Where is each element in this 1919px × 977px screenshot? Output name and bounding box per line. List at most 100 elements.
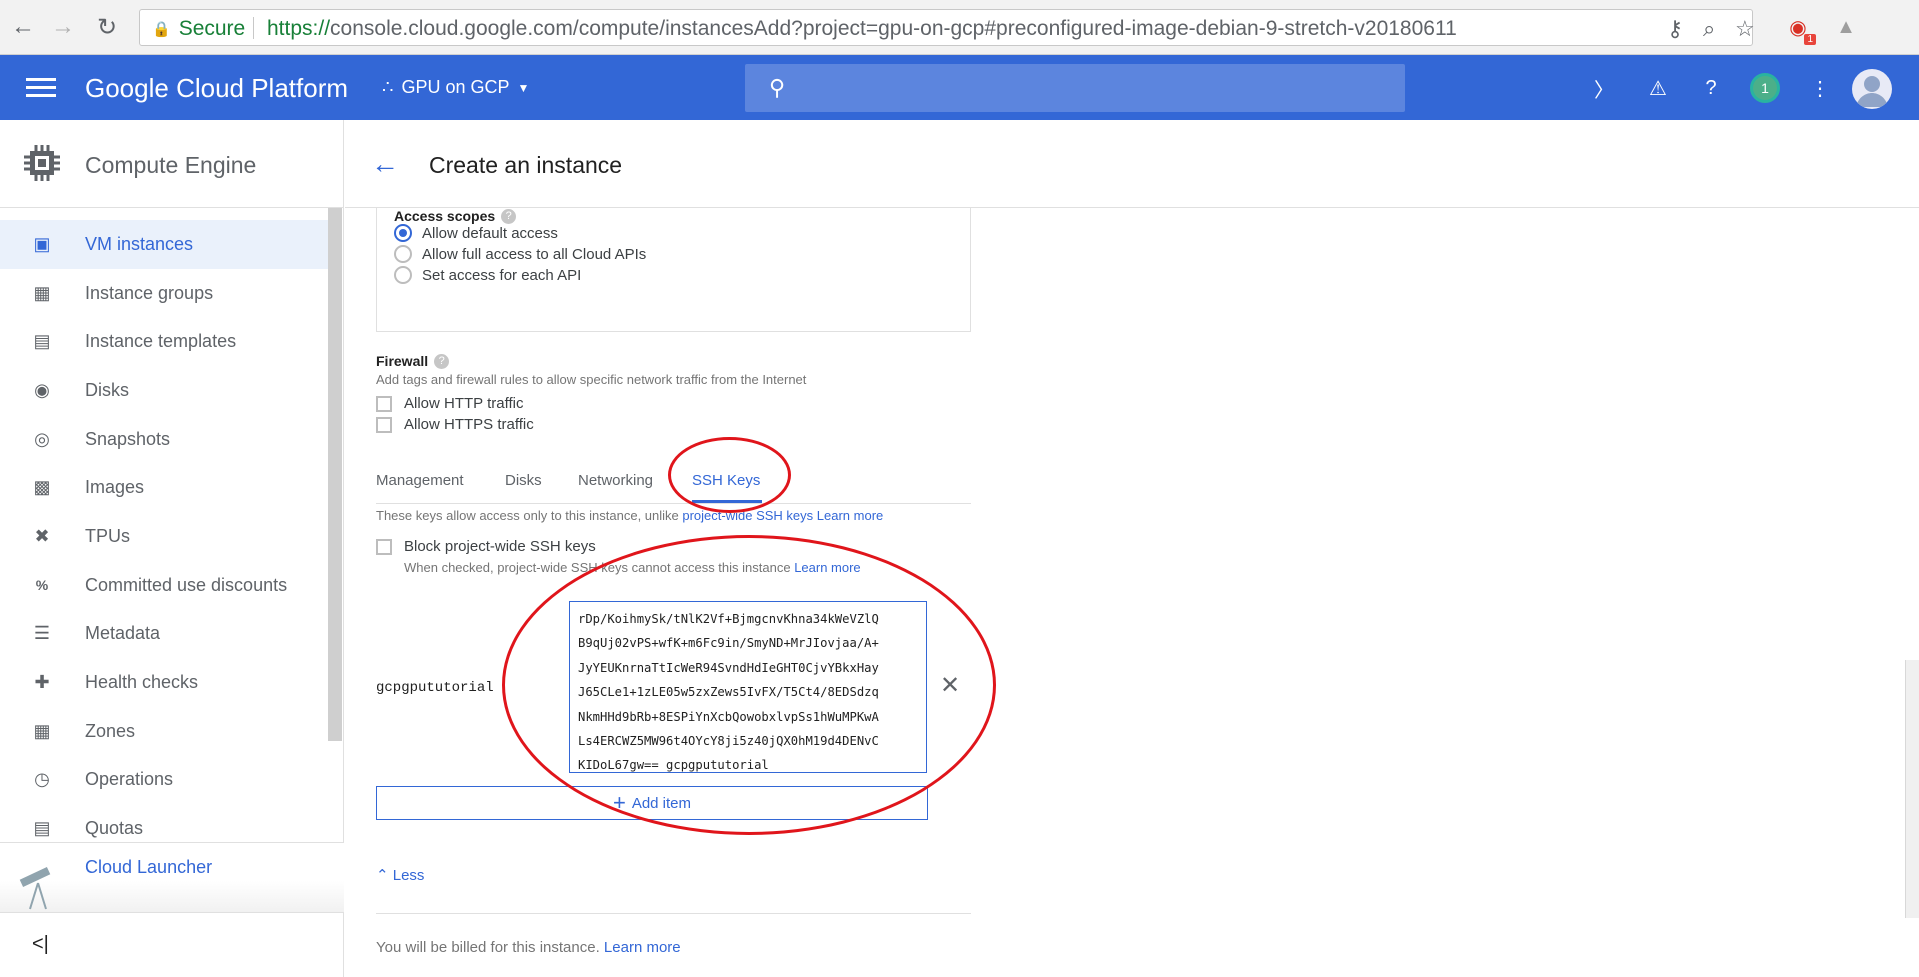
zoom-icon[interactable]: ⌕ [1703,16,1715,42]
sidebar-item-instance-templates[interactable]: ▤ Instance templates [0,317,328,366]
forward-icon[interactable]: → [48,12,78,42]
cloud-launcher-label: Cloud Launcher [85,857,213,877]
radio-per-api-access[interactable]: Set access for each API [394,266,581,284]
radio-selected-icon [394,224,412,242]
tpu-icon: ✖ [34,525,50,546]
sidebar-item-vm-instances[interactable]: ▣ VM instances [0,220,328,269]
notifications-icon[interactable]: ⚠ [1643,73,1673,103]
address-bar[interactable]: 🔒 Secure https://console.cloud.google.co… [139,9,1755,46]
checkbox-icon [376,395,392,412]
extension-badge: 1 [1804,34,1816,45]
project-name: GPU on GCP [401,77,510,97]
menu-icon[interactable] [26,73,56,103]
sidebar-item-label: Disks [85,379,129,400]
sidebar-item-cloud-launcher[interactable]: Cloud Launcher [0,842,344,912]
annotation-ellipse-key [502,535,996,835]
cloud-shell-icon[interactable]: 〉 [1589,73,1619,103]
sidebar-nav: ▣ VM instances ▦ Instance groups ▤ Instance… [0,220,328,853]
lock-icon: 🔒 [152,21,171,38]
reload-icon[interactable]: ↻ [92,12,122,42]
learn-more-link[interactable]: Learn more [817,508,883,523]
sidebar-item-zones[interactable]: ▦ Zones [0,707,328,756]
sidebar-item-label: Health checks [85,672,199,693]
less-toggle[interactable]: ⌃ Less [376,866,424,884]
radio-default-access[interactable]: Allow default access [394,224,558,242]
health-checks-icon: ✚ [34,672,50,693]
security-indicator[interactable]: 🔒 Secure [152,17,245,41]
instance-templates-icon: ▤ [33,331,51,352]
radio-label: Allow full access to all Cloud APIs [422,245,647,263]
project-selector[interactable]: ∴ GPU on GCP ▼ [382,77,529,98]
help-icon[interactable]: ? [434,354,450,370]
tab-disks[interactable]: Disks [505,472,542,489]
checkbox-icon [376,538,392,555]
url-scheme: https:// [267,17,331,40]
tab-management[interactable]: Management [376,472,464,489]
search-input[interactable]: ⚲ [745,64,1405,112]
quotas-icon: ▤ [33,818,51,839]
operations-icon: ◷ [34,769,50,790]
zones-icon: ▦ [33,720,51,741]
help-icon[interactable]: ? [501,209,517,225]
radio-empty-icon [394,266,412,284]
app-header: Google Cloud Platform ∴ GPU on GCP ▼ ⚲ 〉… [0,55,1919,120]
chevron-up-icon: ⌃ [376,867,389,884]
page-header: ← Create an instance [345,120,1919,208]
divider [376,913,971,914]
discount-icon: % [35,577,49,594]
sidebar-item-committed-use-discounts[interactable]: % Committed use discounts [0,561,328,610]
product-title: Compute Engine [85,152,257,178]
ssh-intro: These keys allow access only to this ins… [376,508,883,523]
star-icon[interactable]: ☆ [1735,16,1755,42]
back-icon[interactable]: ← [8,12,38,42]
sidebar-item-label: Metadata [85,623,161,644]
vm-instances-icon: ▣ [33,233,51,254]
search-icon: ⚲ [769,75,786,100]
tab-networking[interactable]: Networking [578,472,653,489]
sidebar-item-snapshots[interactable]: ◎ Snapshots [0,415,328,464]
help-icon[interactable]: ? [1696,73,1726,103]
sidebar-item-operations[interactable]: ◷ Operations [0,756,328,805]
sidebar: Compute Engine ▣ VM instances ▦ Instance g… [0,120,344,977]
checkbox-icon [376,416,392,433]
sidebar-item-tpus[interactable]: ✖ TPUs [0,512,328,561]
activity-badge[interactable]: 1 [1750,73,1780,103]
billing-learn-more-link[interactable]: Learn more [604,939,681,956]
instance-groups-icon: ▦ [33,282,51,303]
ssh-intro-text: These keys allow access only to this ins… [376,508,683,523]
collapse-icon: <| [32,933,49,955]
checkbox-label: Block project-wide SSH keys [404,538,596,555]
sidebar-item-label: Images [85,477,145,498]
sidebar-item-disks[interactable]: ◉ Disks [0,366,328,415]
sidebar-item-label: Committed use discounts [85,574,288,595]
images-icon: ▩ [33,477,51,498]
sidebar-item-instance-groups[interactable]: ▦ Instance groups [0,269,328,318]
checkbox-http[interactable]: Allow HTTP traffic [376,395,523,412]
key-icon[interactable]: ⚷ [1667,16,1683,42]
address-divider [253,17,254,39]
more-options-icon[interactable]: ⋮ [1805,73,1835,103]
sidebar-item-images[interactable]: ▩ Images [0,463,328,512]
avatar[interactable] [1852,69,1892,109]
radio-full-access[interactable]: Allow full access to all Cloud APIs [394,245,646,263]
firewall-description: Add tags and firewall rules to allow spe… [376,372,807,387]
sidebar-scrollbar[interactable] [328,208,342,741]
url-text[interactable]: https://console.cloud.google.com/compute… [267,17,1457,41]
billing-text: You will be billed for this instance. [376,939,604,956]
extension-icon[interactable]: ◉ 1 [1784,13,1816,45]
sidebar-item-health-checks[interactable]: ✚ Health checks [0,658,328,707]
checkbox-label: Allow HTTPS traffic [404,416,534,433]
checkbox-block-project-keys[interactable]: Block project-wide SSH keys [376,538,596,555]
brand-logo[interactable]: Google Cloud Platform [85,73,348,104]
checkbox-https[interactable]: Allow HTTPS traffic [376,416,534,433]
page-scrollbar[interactable] [1905,660,1919,918]
sidebar-item-label: VM instances [85,233,194,254]
sidebar-item-metadata[interactable]: ☰ Metadata [0,610,328,659]
back-arrow-icon[interactable]: ← [371,148,399,180]
access-scopes-card: Access scopes? Allow default access Allo… [376,208,971,332]
disk-icon: ◉ [34,379,50,400]
annotation-ellipse-tab [668,437,791,513]
collapse-sidebar-button[interactable]: <| [0,912,344,977]
sidebar-item-label: Zones [85,720,136,741]
pdf-icon[interactable]: ▲ [1832,13,1860,41]
